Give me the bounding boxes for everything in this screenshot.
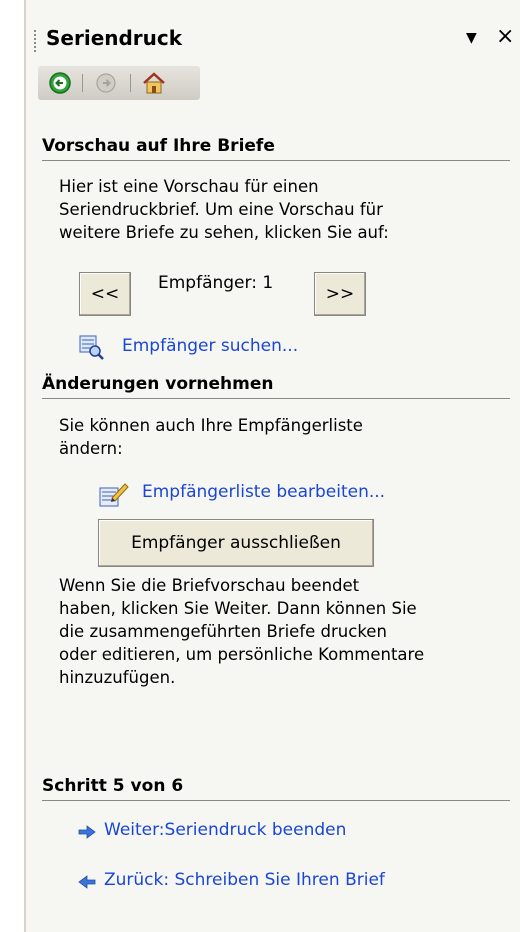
- home-icon: [143, 72, 165, 94]
- exclude-recipient-button[interactable]: Empfänger ausschließen: [98, 519, 374, 567]
- preview-text-line: weitere Briefe zu sehen, klicken Sie auf…: [59, 223, 389, 242]
- section-divider: [42, 800, 510, 801]
- previous-recipient-button[interactable]: <<: [79, 272, 131, 316]
- changes-text-line: Sie können auch Ihre Empfängerliste: [59, 416, 363, 435]
- home-button[interactable]: [140, 70, 168, 96]
- section-divider: [42, 160, 510, 161]
- back-button[interactable]: [46, 70, 74, 96]
- edit-recipient-list-link[interactable]: Empfängerliste bearbeiten...: [142, 482, 385, 502]
- info-text-line: Wenn Sie die Briefvorschau beendet: [59, 576, 360, 595]
- info-text-line: die zusammengeführten Briefe drucken: [59, 622, 387, 641]
- arrow-left-icon[interactable]: [78, 874, 96, 893]
- nav-separator: [130, 74, 131, 92]
- back-arrow-icon: [49, 72, 71, 94]
- preview-text-line: Hier ist eine Vorschau für einen: [59, 177, 319, 196]
- step-heading: Schritt 5 von 6: [42, 776, 184, 796]
- next-recipient-button[interactable]: >>: [314, 272, 366, 316]
- forward-arrow-icon: [96, 73, 116, 93]
- changes-description: Sie können auch Ihre Empfängerliste ände…: [59, 414, 363, 460]
- info-text-line: haben, klicken Sie Weiter. Dann können S…: [59, 599, 417, 618]
- nav-toolbar: [38, 66, 200, 100]
- next-step-link[interactable]: Weiter:Seriendruck beenden: [104, 820, 346, 840]
- forward-button[interactable]: [92, 70, 120, 96]
- left-frame: [0, 0, 24, 932]
- close-icon[interactable]: ×: [496, 26, 514, 48]
- info-text: Wenn Sie die Briefvorschau beendet haben…: [59, 574, 424, 689]
- task-pane: Seriendruck ▼ × Vorschau auf Ihre Briefe…: [26, 0, 520, 932]
- nav-separator: [82, 74, 83, 92]
- previous-step-link[interactable]: Zurück: Schreiben Sie Ihren Brief: [104, 870, 385, 890]
- info-text-line: oder editieren, um persönliche Kommentar…: [59, 645, 425, 664]
- edit-list-icon[interactable]: [98, 480, 130, 512]
- section-divider: [42, 398, 510, 399]
- find-recipient-icon[interactable]: [78, 334, 106, 364]
- changes-heading: Änderungen vornehmen: [42, 374, 274, 394]
- preview-text-line: Seriendruckbrief. Um eine Vorschau für: [59, 200, 383, 219]
- task-pane-title-bar: Seriendruck ▼ ×: [26, 0, 520, 72]
- find-recipient-link[interactable]: Empfänger suchen...: [122, 336, 298, 356]
- drag-grip-icon[interactable]: [34, 30, 36, 52]
- pane-menu-dropdown-icon[interactable]: ▼: [466, 30, 477, 46]
- recipient-counter: Empfänger: 1: [158, 273, 274, 293]
- preview-description: Hier ist eine Vorschau für einen Seriend…: [59, 175, 389, 244]
- arrow-right-icon[interactable]: [78, 824, 96, 843]
- info-text-line: hinzuzufügen.: [59, 668, 176, 687]
- preview-heading: Vorschau auf Ihre Briefe: [42, 136, 275, 156]
- task-pane-title: Seriendruck: [46, 26, 183, 50]
- changes-text-line: ändern:: [59, 439, 123, 458]
